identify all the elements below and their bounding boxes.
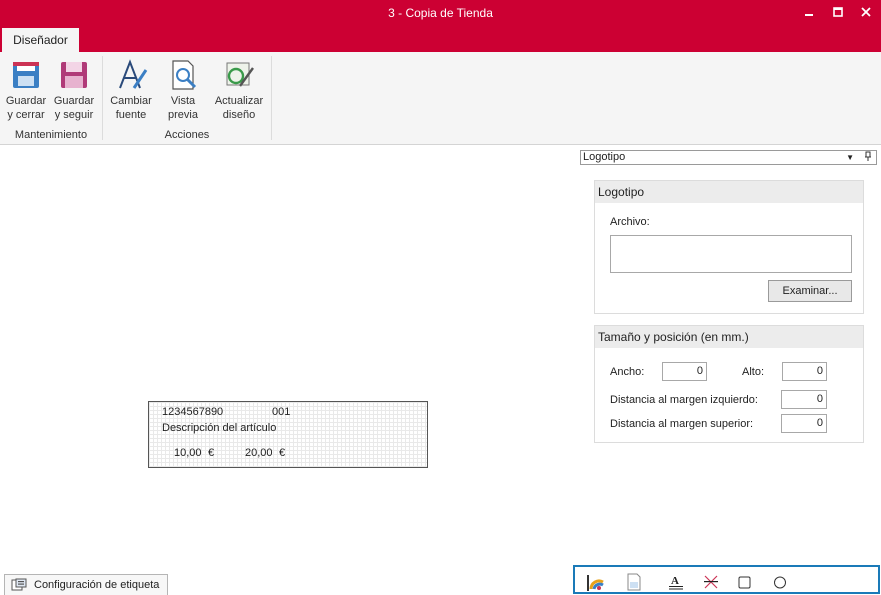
save-close-label-2: y cerrar <box>7 109 45 121</box>
size-position-panel: Tamaño y posición (en mm.) Ancho: 0 Alto… <box>594 325 864 443</box>
label-barcode[interactable]: 1234567890 <box>162 406 223 418</box>
chevron-down-icon[interactable]: ▼ <box>846 151 854 165</box>
logo-panel-title: Logotipo <box>595 181 863 203</box>
minimize-icon <box>805 14 813 16</box>
size-position-panel-title: Tamaño y posición (en mm.) <box>595 326 863 348</box>
ribbon-separator <box>102 56 103 140</box>
change-font-label-1: Cambiar <box>110 95 152 107</box>
refresh-design-label-1: Actualizar <box>214 95 264 107</box>
image-tool-button[interactable] <box>625 573 643 591</box>
label-description[interactable]: Descripción del artículo <box>162 422 276 434</box>
change-font-button[interactable]: Cambiar fuente <box>107 58 155 128</box>
preview-label-2: previa <box>168 109 198 121</box>
minimize-button[interactable] <box>796 2 822 22</box>
window-title: 3 - Copia de Tienda <box>388 6 493 20</box>
width-label: Ancho: <box>610 366 645 378</box>
element-selector-dropdown[interactable]: Logotipo ▼ <box>580 150 877 165</box>
ribbon-tab-bar: Diseñador <box>0 26 881 52</box>
file-label: Archivo: <box>610 216 650 228</box>
refresh-design-button[interactable]: Actualizar diseño <box>212 58 266 128</box>
label-currency-2: € <box>279 447 286 459</box>
text-tool-icon: A <box>669 575 683 590</box>
close-icon <box>861 7 871 17</box>
font-icon <box>119 59 148 89</box>
label-price-1[interactable]: 10,00 <box>174 447 202 459</box>
svg-text:A: A <box>671 575 679 587</box>
top-margin-label: Distancia al margen superior: <box>610 418 754 430</box>
maximize-icon <box>833 7 843 17</box>
element-selector-value: Logotipo <box>583 151 626 163</box>
logo-panel: Logotipo Archivo: Examinar... <box>594 180 864 314</box>
image-tool-icon <box>627 573 641 591</box>
refresh-design-icon <box>226 62 254 87</box>
ribbon: Guardar y cerrar Guardar y seguir Manten… <box>0 52 881 145</box>
group-label-mantenimiento: Mantenimiento <box>14 129 88 141</box>
save-continue-label-1: Guardar <box>53 95 95 107</box>
close-button[interactable] <box>853 2 879 22</box>
design-canvas[interactable] <box>0 145 590 570</box>
circle-tool-icon <box>774 576 786 589</box>
label-currency-1: € <box>208 447 215 459</box>
label-price-2[interactable]: 20,00 <box>245 447 273 459</box>
rectangle-tool-icon <box>738 576 751 589</box>
change-font-label-2: fuente <box>115 109 147 121</box>
palette-tool-button[interactable] <box>587 573 605 591</box>
label-config-tab-label: Configuración de etiqueta <box>34 579 160 591</box>
label-config-tab[interactable]: Configuración de etiqueta <box>4 574 168 595</box>
save-close-label-1: Guardar <box>5 95 47 107</box>
file-field[interactable] <box>610 235 852 273</box>
label-config-icon <box>11 578 27 591</box>
height-field[interactable]: 0 <box>782 362 827 381</box>
circle-tool-button[interactable] <box>771 573 789 591</box>
title-bar: 3 - Copia de Tienda <box>0 0 881 26</box>
preview-label-1: Vista <box>170 95 196 107</box>
ribbon-separator <box>271 56 272 140</box>
save-continue-button[interactable]: Guardar y seguir <box>50 58 98 128</box>
left-margin-field[interactable]: 0 <box>781 390 827 409</box>
top-margin-field[interactable]: 0 <box>781 414 827 433</box>
save-close-button[interactable]: Guardar y cerrar <box>2 58 50 128</box>
drawing-toolbox: A <box>573 565 880 594</box>
line-tool-icon <box>704 575 718 589</box>
save-continue-label-2: y seguir <box>54 109 94 121</box>
palette-icon <box>587 575 604 591</box>
pin-icon-glyph <box>865 151 871 161</box>
text-tool-button[interactable]: A <box>667 573 685 591</box>
width-field[interactable]: 0 <box>662 362 707 381</box>
line-tool-button[interactable] <box>702 573 720 591</box>
preview-button[interactable]: Vista previa <box>159 58 207 128</box>
browse-button[interactable]: Examinar... <box>768 280 852 302</box>
label-code[interactable]: 001 <box>272 406 290 418</box>
group-label-acciones: Acciones <box>164 129 210 141</box>
left-margin-label: Distancia al margen izquierdo: <box>610 394 758 406</box>
label-preview[interactable]: 1234567890 001 Descripción del artículo … <box>148 401 428 468</box>
refresh-design-label-2: diseño <box>222 109 256 121</box>
save-close-icon <box>13 62 39 88</box>
pin-icon[interactable] <box>864 151 872 166</box>
preview-icon <box>172 60 197 90</box>
tab-disenador[interactable]: Diseñador <box>2 28 79 52</box>
maximize-button[interactable] <box>825 2 851 22</box>
height-label: Alto: <box>742 366 765 378</box>
rectangle-tool-button[interactable] <box>736 573 754 591</box>
save-continue-icon <box>61 62 87 88</box>
